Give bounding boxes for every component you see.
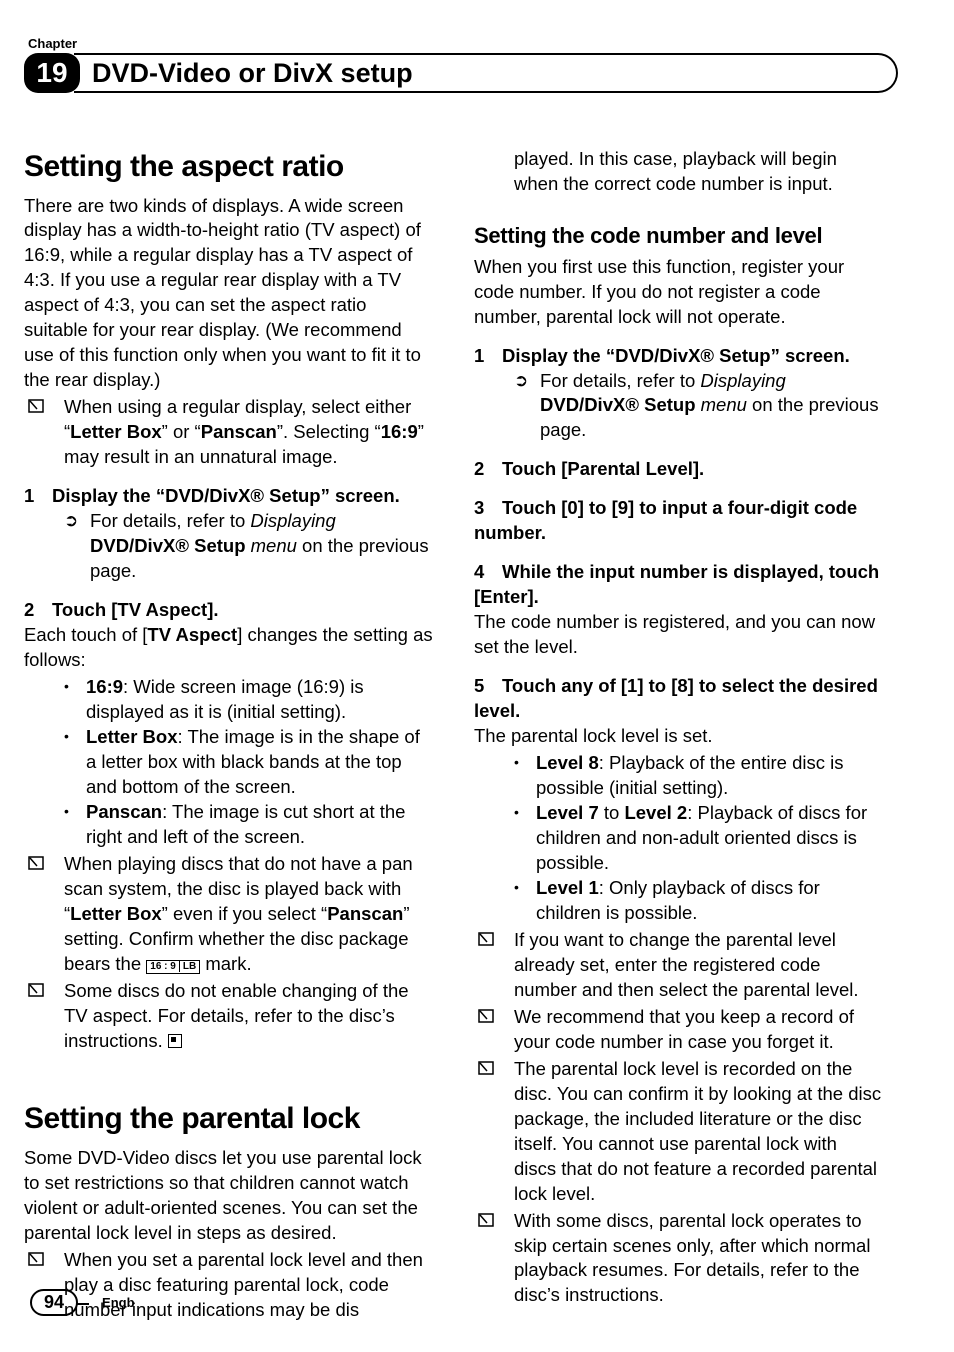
bullet-icon: • — [514, 876, 536, 926]
note-icon — [474, 1057, 514, 1207]
note-text: We recommend that you keep a record of y… — [514, 1005, 884, 1055]
body-text: Some DVD-Video discs let you use parenta… — [24, 1146, 434, 1246]
chapter-title: DVD-Video or DivX setup — [92, 58, 413, 89]
note-text: When playing discs that do not have a pa… — [64, 852, 434, 977]
reference-item: ➲ For details, refer to Displaying DVD/D… — [24, 509, 434, 584]
step-heading: 2Touch [TV Aspect]. — [24, 598, 434, 623]
chapter-label: Chapter — [28, 36, 898, 51]
end-mark-icon — [168, 1034, 182, 1048]
bullet-text: Letter Box: The image is in the shape of… — [86, 725, 434, 800]
note-text: The parental lock level is recorded on t… — [514, 1057, 884, 1207]
body-text: The parental lock level is set. — [474, 724, 884, 749]
step-heading: 3Touch [0] to [9] to input a four-digit … — [474, 496, 884, 546]
bullet-text: Level 7 to Level 2: Playback of discs fo… — [536, 801, 884, 876]
bullet-item: • Letter Box: The image is in the shape … — [24, 725, 434, 800]
right-column: played. In this case, playback will begi… — [474, 147, 884, 1323]
chapter-number-badge: 19 — [24, 53, 80, 93]
note-item: Some discs do not enable changing of the… — [24, 979, 434, 1054]
step-heading: 2Touch [Parental Level]. — [474, 457, 884, 482]
chapter-header: 19 DVD-Video or DivX setup — [24, 53, 898, 93]
bullet-text: Panscan: The image is cut short at the r… — [86, 800, 434, 850]
content-columns: Setting the aspect ratio There are two k… — [24, 147, 898, 1323]
note-item: With some discs, parental lock operates … — [474, 1209, 884, 1309]
note-icon — [474, 1209, 514, 1309]
note-icon — [474, 1005, 514, 1055]
page-number: 94 — [30, 1289, 78, 1316]
reference-text: For details, refer to Displaying DVD/Div… — [90, 509, 434, 584]
note-icon — [24, 395, 64, 470]
body-text: played. In this case, playback will begi… — [474, 147, 884, 197]
body-text: When you first use this function, regist… — [474, 255, 884, 330]
note-text: With some discs, parental lock operates … — [514, 1209, 884, 1309]
bullet-icon: • — [514, 801, 536, 876]
bullet-item: • Level 1: Only playback of discs for ch… — [474, 876, 884, 926]
body-text: There are two kinds of displays. A wide … — [24, 194, 434, 394]
body-text: The code number is registered, and you c… — [474, 610, 884, 660]
bullet-text: Level 8: Playback of the entire disc is … — [536, 751, 884, 801]
bullet-item: • 16:9: Wide screen image (16:9) is disp… — [24, 675, 434, 725]
bullet-icon: • — [64, 725, 86, 800]
note-icon — [24, 852, 64, 977]
bullet-icon: • — [514, 751, 536, 801]
bullet-item: • Level 7 to Level 2: Playback of discs … — [474, 801, 884, 876]
page: Chapter 19 DVD-Video or DivX setup Setti… — [0, 0, 954, 1352]
step-heading: 1Display the “DVD/DivX® Setup” screen. — [24, 484, 434, 509]
step-heading: 5Touch any of [1] to [8] to select the d… — [474, 674, 884, 724]
note-item: If you want to change the parental level… — [474, 928, 884, 1003]
reference-item: ➲ For details, refer to Displaying DVD/D… — [474, 369, 884, 444]
left-column: Setting the aspect ratio There are two k… — [24, 147, 434, 1323]
note-icon — [24, 979, 64, 1054]
page-footer: 94 Engb — [30, 1289, 135, 1316]
bullet-text: 16:9: Wide screen image (16:9) is displa… — [86, 675, 434, 725]
note-item: When playing discs that do not have a pa… — [24, 852, 434, 977]
note-text: When using a regular display, select eit… — [64, 395, 434, 470]
note-item: The parental lock level is recorded on t… — [474, 1057, 884, 1207]
note-item: We recommend that you keep a record of y… — [474, 1005, 884, 1055]
subsection-heading: Setting the code number and level — [474, 221, 884, 251]
bullet-icon: • — [64, 800, 86, 850]
chapter-title-frame: DVD-Video or DivX setup — [74, 53, 898, 93]
note-text: If you want to change the parental level… — [514, 928, 884, 1003]
body-text: Each touch of [TV Aspect] changes the se… — [24, 623, 434, 673]
reference-icon: ➲ — [514, 369, 540, 444]
section-heading: Setting the parental lock — [24, 1099, 434, 1140]
bullet-item: • Level 8: Playback of the entire disc i… — [474, 751, 884, 801]
note-item: When using a regular display, select eit… — [24, 395, 434, 470]
aspect-mark-icon: 16 : 9LB — [146, 960, 200, 974]
language-code: Engb — [102, 1295, 135, 1310]
bullet-icon: • — [64, 675, 86, 725]
bullet-item: • Panscan: The image is cut short at the… — [24, 800, 434, 850]
reference-text: For details, refer to Displaying DVD/Div… — [540, 369, 884, 444]
section-heading: Setting the aspect ratio — [24, 147, 434, 188]
step-heading: 1Display the “DVD/DivX® Setup” screen. — [474, 344, 884, 369]
reference-icon: ➲ — [64, 509, 90, 584]
step-heading: 4While the input number is displayed, to… — [474, 560, 884, 610]
note-icon — [474, 928, 514, 1003]
bullet-text: Level 1: Only playback of discs for chil… — [536, 876, 884, 926]
note-text: Some discs do not enable changing of the… — [64, 979, 434, 1054]
